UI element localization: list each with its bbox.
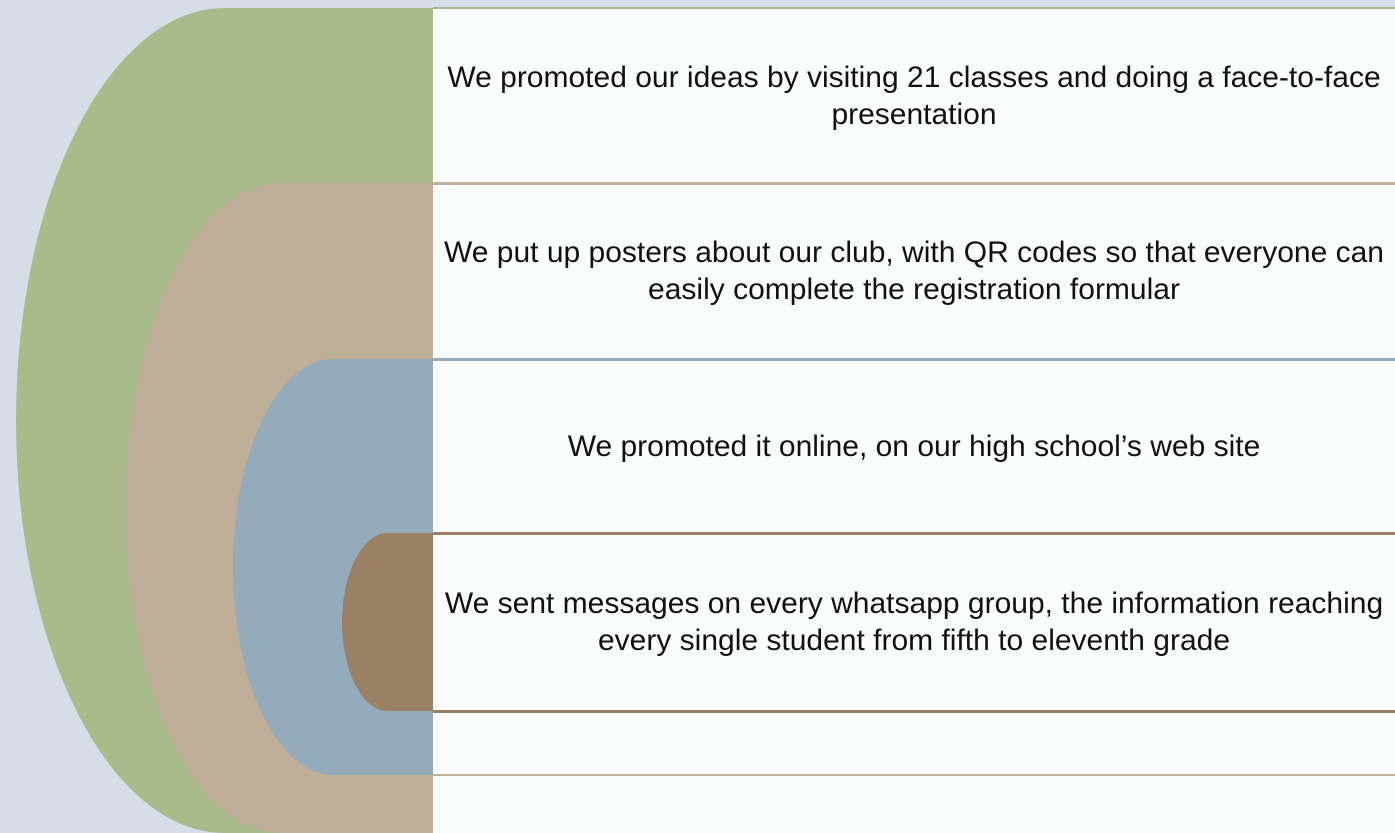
panel-divider-3 xyxy=(433,532,1395,535)
text-panel-2: We put up posters about our club, with Q… xyxy=(433,183,1395,359)
text-panel-4-label: We sent messages on every whatsapp group… xyxy=(444,587,1384,657)
arc-brown xyxy=(342,533,433,711)
text-panel-3: We promoted it online, on our high schoo… xyxy=(433,359,1395,533)
panel-divider-5 xyxy=(433,774,1395,776)
panel-divider-top xyxy=(433,7,1395,9)
text-panel-4: We sent messages on every whatsapp group… xyxy=(433,533,1395,711)
nested-arc-diagram: We promoted our ideas by visiting 21 cla… xyxy=(0,0,1395,833)
panel-divider-1 xyxy=(433,182,1395,185)
text-panel-5 xyxy=(433,711,1395,775)
text-panel-6 xyxy=(433,775,1395,833)
text-panel-1: We promoted our ideas by visiting 21 cla… xyxy=(433,8,1395,183)
text-panel-2-label: We put up posters about our club, with Q… xyxy=(444,236,1384,306)
panel-divider-2 xyxy=(433,358,1395,361)
text-panel-3-label: We promoted it online, on our high schoo… xyxy=(567,429,1261,463)
panel-divider-4 xyxy=(433,710,1395,713)
text-panel-1-label: We promoted our ideas by visiting 21 cla… xyxy=(447,60,1381,131)
